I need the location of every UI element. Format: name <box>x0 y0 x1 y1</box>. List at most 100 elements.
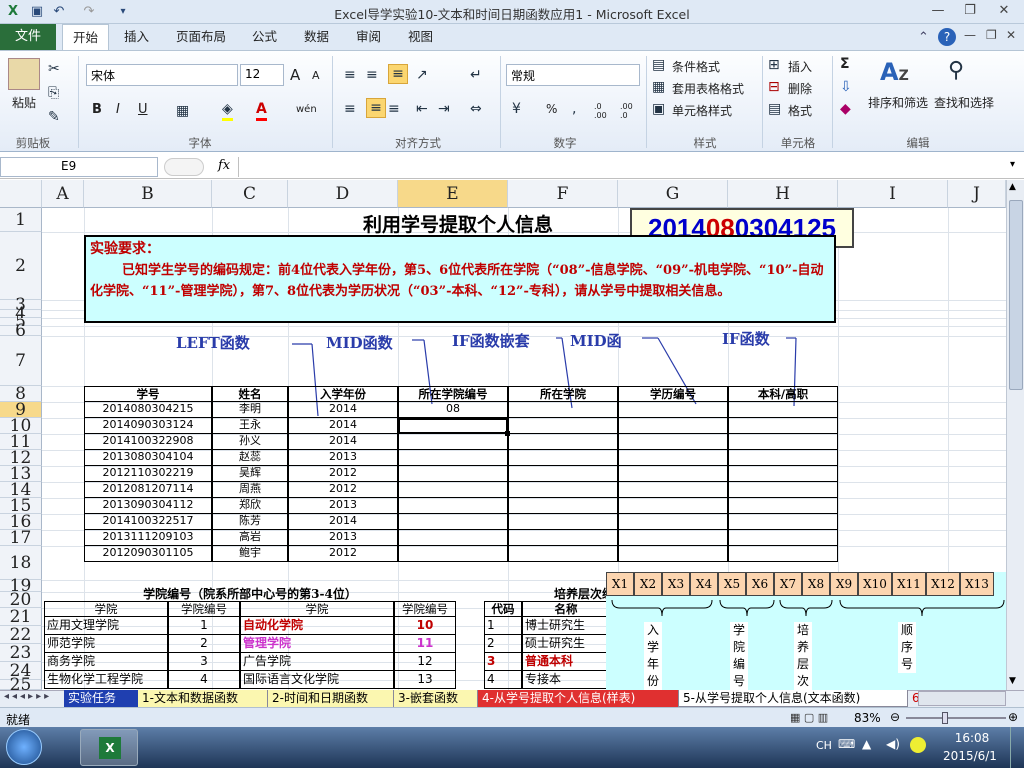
selected-cell-e9[interactable] <box>398 418 508 434</box>
percent-button[interactable]: % <box>546 102 557 116</box>
align-right-icon[interactable]: ≡ <box>388 100 400 118</box>
zoom-in-icon[interactable]: ⊕ <box>1008 710 1018 724</box>
table-cell[interactable] <box>508 498 618 514</box>
table-cell[interactable] <box>728 434 838 450</box>
conditional-format-icon[interactable]: ▤ <box>652 56 665 74</box>
conditional-format-button[interactable]: 条件格式 <box>672 58 720 75</box>
align-middle-icon[interactable]: ≡ <box>366 66 378 84</box>
horizontal-scrollbar[interactable] <box>918 691 1006 706</box>
minimize-button[interactable]: — <box>924 2 952 20</box>
underline-button[interactable]: U <box>138 102 148 117</box>
network-icon[interactable] <box>910 737 926 753</box>
table-cell[interactable] <box>508 514 618 530</box>
row-header-18[interactable]: 18 <box>0 546 42 580</box>
doc-restore-icon[interactable]: ❐ <box>986 28 997 42</box>
name-box[interactable]: E9 <box>0 157 158 177</box>
clear-icon[interactable]: ◆ <box>840 100 851 118</box>
table-cell[interactable] <box>728 482 838 498</box>
column-header-e[interactable]: E <box>398 180 508 208</box>
table-cell[interactable] <box>618 514 728 530</box>
scroll-thumb[interactable] <box>1009 200 1023 390</box>
table-cell[interactable] <box>618 530 728 546</box>
format-table-icon[interactable]: ▦ <box>652 78 665 96</box>
cell-styles-button[interactable]: 单元格样式 <box>672 102 732 119</box>
start-button[interactable] <box>6 729 42 765</box>
select-all-corner[interactable] <box>0 180 42 208</box>
scroll-up-icon[interactable]: ▲ <box>1009 182 1016 192</box>
table-cell[interactable] <box>618 402 728 418</box>
table-cell[interactable] <box>728 450 838 466</box>
row-header-2[interactable]: 2 <box>0 232 42 300</box>
table-cell[interactable] <box>508 434 618 450</box>
italic-button[interactable]: I <box>116 102 120 117</box>
row-header-21[interactable]: 21 <box>0 608 42 626</box>
align-left-icon[interactable]: ≡ <box>344 100 356 118</box>
table-cell[interactable] <box>618 418 728 434</box>
table-cell[interactable] <box>618 466 728 482</box>
number-format-select[interactable]: 常规 <box>506 64 640 86</box>
formula-bar-resize-handle[interactable] <box>164 158 204 176</box>
find-select-button[interactable]: 查找和选择 <box>934 94 994 111</box>
insert-function-icon[interactable]: fx <box>218 158 230 173</box>
insert-cells-icon[interactable]: ⊞ <box>768 56 780 74</box>
vertical-scrollbar[interactable]: ▲ ▼ <box>1006 180 1024 690</box>
fill-color-icon[interactable]: ◈ <box>222 100 233 121</box>
tab-view[interactable]: 视图 <box>408 24 433 50</box>
show-desktop-button[interactable] <box>1010 727 1024 768</box>
table-cell[interactable] <box>618 450 728 466</box>
sheet-nav-icons[interactable]: ◂◂◂▸▸▸ <box>4 691 52 702</box>
table-cell[interactable] <box>508 450 618 466</box>
table-cell[interactable] <box>728 546 838 562</box>
help-icon[interactable]: ? <box>938 28 956 46</box>
table-cell[interactable] <box>398 466 508 482</box>
zoom-slider-thumb[interactable] <box>942 712 948 724</box>
format-table-button[interactable]: 套用表格格式 <box>672 80 744 97</box>
table-cell[interactable] <box>728 514 838 530</box>
ime-lang[interactable]: CH <box>816 739 832 752</box>
font-color-icon[interactable]: A <box>256 100 267 121</box>
table-cell[interactable] <box>618 498 728 514</box>
formula-input[interactable] <box>238 157 1008 177</box>
row-header-6[interactable]: 6 <box>0 323 42 340</box>
decrease-indent-icon[interactable]: ⇤ <box>416 100 428 118</box>
table-cell[interactable] <box>728 466 838 482</box>
orientation-icon[interactable]: ↗ <box>416 66 428 84</box>
delete-cells-icon[interactable]: ⊟ <box>768 78 780 96</box>
zoom-level[interactable]: 83% <box>854 711 881 725</box>
table-cell[interactable]: 08 <box>398 402 508 418</box>
table-cell[interactable] <box>508 546 618 562</box>
wrap-text-icon[interactable]: ↵ <box>470 66 482 84</box>
align-top-icon[interactable]: ≡ <box>344 66 356 84</box>
zoom-out-icon[interactable]: ⊖ <box>890 710 900 724</box>
table-cell[interactable] <box>508 482 618 498</box>
table-cell[interactable] <box>618 434 728 450</box>
column-header-h[interactable]: H <box>728 180 838 208</box>
table-cell[interactable] <box>728 498 838 514</box>
tab-page-layout[interactable]: 页面布局 <box>176 24 226 50</box>
phonetic-icon[interactable]: wén <box>296 104 317 115</box>
doc-close-icon[interactable]: ✕ <box>1006 28 1016 42</box>
sort-filter-button[interactable]: 排序和筛选 <box>868 94 928 111</box>
worksheet-grid[interactable]: ABCDEFGHIJ 1 2 3 4 5 6 7 8 9 10 11 12 13 14 15 16 17 18 19… <box>0 180 1006 690</box>
table-cell[interactable] <box>398 546 508 562</box>
sheet-tab[interactable]: 3-嵌套函数 <box>394 690 478 707</box>
font-name-select[interactable]: 宋体 <box>86 64 238 86</box>
align-center-icon[interactable]: ≡ <box>366 98 386 118</box>
column-header-i[interactable]: I <box>838 180 948 208</box>
autosum-button[interactable]: Σ <box>840 56 850 72</box>
table-cell[interactable] <box>728 402 838 418</box>
borders-icon[interactable]: ▦ <box>176 102 189 120</box>
keyboard-icon[interactable]: ⌨ <box>838 737 855 751</box>
tab-home[interactable]: 开始 <box>62 24 110 50</box>
currency-icon[interactable]: ¥ <box>512 100 521 118</box>
close-button[interactable]: ✕ <box>990 2 1018 20</box>
row-header-1[interactable]: 1 <box>0 208 42 232</box>
bold-button[interactable]: B <box>92 102 102 117</box>
shrink-font-button[interactable]: A <box>312 69 320 82</box>
row-header-17[interactable]: 17 <box>0 530 42 547</box>
column-header-a[interactable]: A <box>42 180 84 208</box>
tab-formulas[interactable]: 公式 <box>252 24 277 50</box>
sheet-tab[interactable]: 1-文本和数据函数 <box>138 690 268 707</box>
copy-icon[interactable]: ⎘ <box>48 84 59 102</box>
volume-icon[interactable]: ◀) <box>886 737 900 751</box>
